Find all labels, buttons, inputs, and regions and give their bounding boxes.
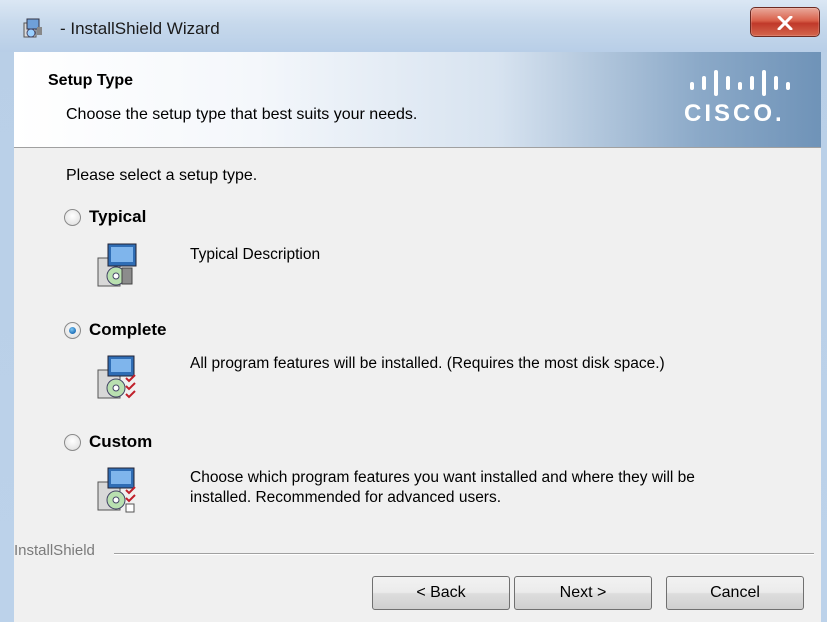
window-title: - InstallShield Wizard (60, 19, 220, 38)
installer-app-icon (23, 18, 42, 38)
installshield-brand-label: InstallShield (14, 542, 95, 559)
installshield-window: - InstallShield Wizard Setup Type Choose… (0, 0, 827, 622)
wizard-client-area: Setup Type Choose the setup type that be… (14, 52, 821, 622)
radio-complete[interactable] (64, 321, 81, 339)
custom-setup-icon (97, 467, 136, 513)
radio-typical[interactable] (64, 208, 81, 226)
cisco-bars-icon (690, 70, 790, 96)
option-complete-label: Complete (89, 320, 167, 339)
option-custom-label: Custom (89, 432, 153, 451)
cancel-button[interactable]: Cancel (666, 576, 804, 610)
option-complete[interactable]: Complete (64, 320, 166, 340)
option-complete-description: All program features will be installed. … (190, 355, 665, 372)
option-typical-label: Typical (89, 207, 147, 226)
cisco-logo: CISCO. (684, 70, 804, 134)
typical-setup-icon (97, 243, 137, 287)
complete-setup-icon (97, 355, 136, 399)
setup-type-prompt: Please select a setup type. (66, 167, 258, 184)
option-custom[interactable]: Custom (64, 432, 152, 452)
option-custom-description: Choose which program features you want i… (190, 469, 695, 506)
header-banner: Setup Type Choose the setup type that be… (14, 52, 821, 148)
close-button[interactable] (750, 7, 820, 37)
radio-custom[interactable] (64, 433, 81, 451)
footer-divider (114, 553, 814, 555)
cisco-wordmark: CISCO. (684, 100, 785, 127)
title-bar[interactable]: - InstallShield Wizard (0, 0, 827, 52)
next-button[interactable]: Next > (514, 576, 652, 610)
option-typical-description: Typical Description (190, 246, 321, 263)
page-subtitle: Choose the setup type that best suits yo… (66, 106, 418, 123)
option-typical[interactable]: Typical (64, 207, 146, 227)
back-button[interactable]: < Back (372, 576, 510, 610)
close-icon (777, 16, 793, 30)
page-title: Setup Type (48, 72, 134, 89)
